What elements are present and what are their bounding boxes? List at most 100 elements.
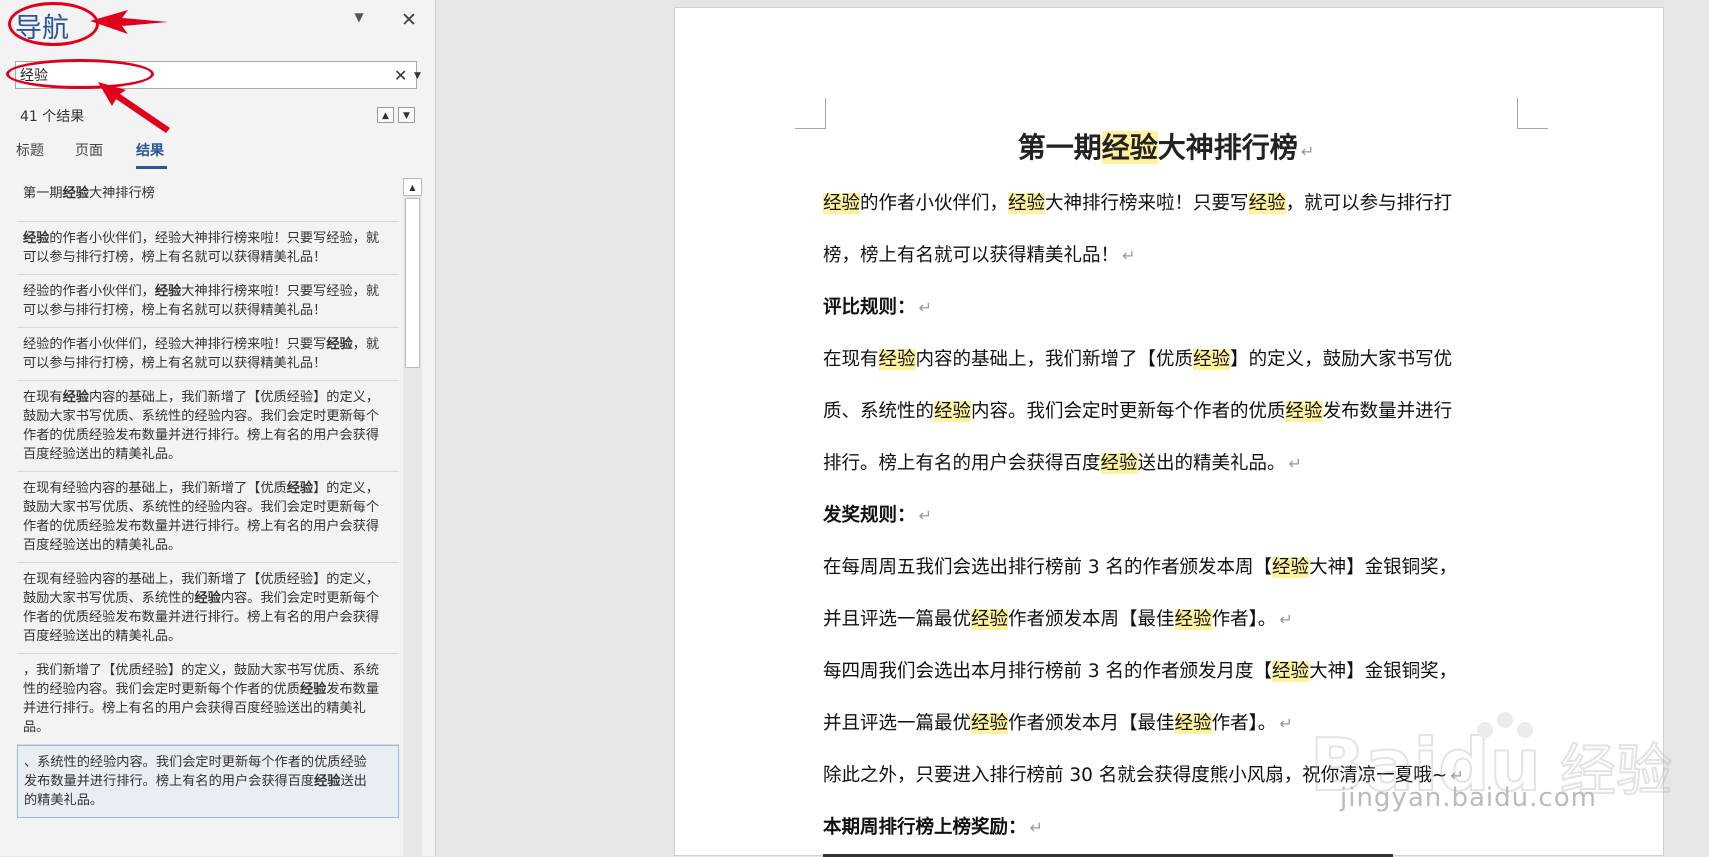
result-item[interactable]: 在现有经验内容的基础上，我们新增了【优质经验】的定义，鼓励大家书写优质、系统性的… [17, 563, 399, 654]
section-heading[interactable]: 评比规则： ↵ [823, 282, 1509, 334]
search-match: 经验 [1285, 401, 1323, 422]
text-run: 】的定义，鼓励大家书写优 [1230, 349, 1453, 370]
scroll-thumb[interactable] [405, 198, 420, 368]
result-match: 经验 [314, 774, 341, 789]
nav-close-button[interactable]: ✕ [400, 10, 418, 30]
search-match: 经验 [1101, 131, 1158, 164]
scroll-up-button[interactable]: ▲ [403, 178, 422, 196]
text-run: 评比规则： [823, 297, 916, 318]
result-item[interactable]: 第一期经验大神排行榜 [17, 178, 399, 222]
search-match: 经验 [1008, 193, 1046, 214]
text-run: ，就可以参与排行打 [1285, 193, 1453, 214]
document-paragraph[interactable]: 质、系统性的经验内容。我们会定时更新每个作者的优质经验发布数量并进行 [823, 386, 1509, 438]
search-match: 经验 [971, 609, 1009, 630]
result-match: 经验 [286, 481, 314, 496]
result-match: 经验 [326, 337, 353, 352]
result-count: 41 个结果 [20, 109, 85, 125]
search-clear-button[interactable]: ✕ [394, 66, 407, 85]
document-paragraph[interactable]: 并且评选一篇最优经验作者颁发本周【最佳经验作者】。 ↵ [823, 594, 1509, 646]
result-text: 第一期 [23, 186, 63, 201]
text-run: 大神】金银铜奖， [1309, 557, 1458, 578]
text-run: 排行。榜上有名的用户会获得百度 [823, 453, 1101, 474]
next-result-button[interactable]: ▼ [398, 107, 415, 123]
text-run: 大神】金银铜奖， [1309, 661, 1458, 682]
paragraph-mark: ↵ [1300, 142, 1315, 161]
document-paragraph[interactable]: 在每周周五我们会选出排行榜前 3 名的作者颁发本周【经验大神】金银铜奖， [823, 542, 1509, 594]
result-match: 经验 [62, 390, 89, 405]
section-heading[interactable]: 发奖规则： ↵ [823, 490, 1509, 542]
result-text: 在现有经验内容的基础上，我们新增了【优质 [23, 481, 287, 496]
result-item[interactable]: 、系统性的经验内容。我们会定时更新每个作者的优质经验发布数量并进行排行。榜上有名… [17, 745, 399, 818]
document-paragraph[interactable]: 每四周我们会选出本月排行榜前 3 名的作者颁发月度【经验大神】金银铜奖， [823, 646, 1509, 698]
text-run: 并且评选一篇最优 [823, 713, 972, 734]
annotation-circle-title [8, 2, 99, 46]
nav-options-button[interactable]: ▼ [350, 10, 368, 28]
text-run: 每四周我们会选出本月排行榜前 3 名的作者颁发月度【 [823, 661, 1273, 682]
previous-result-button[interactable]: ▲ [377, 107, 394, 123]
search-input[interactable] [20, 64, 380, 86]
tab-pages[interactable]: 页面 [75, 140, 103, 160]
document-paragraph[interactable]: 排行。榜上有名的用户会获得百度经验送出的精美礼品。 ↵ [823, 438, 1509, 490]
paragraph-mark: ↵ [1029, 818, 1043, 837]
paragraph-mark: ↵ [918, 506, 932, 525]
tab-headings[interactable]: 标题 [16, 140, 44, 160]
result-item[interactable]: ，我们新增了【优质经验】的定义，鼓励大家书写优质、系统性的经验内容。我们会定时更… [17, 654, 399, 745]
search-match: 经验 [1174, 609, 1212, 630]
annotation-arrow-search-icon [98, 82, 170, 133]
result-match: 经验 [299, 682, 327, 697]
search-match: 经验 [1174, 713, 1212, 734]
result-text: 的作者小伙伴们，经验大神排行榜来啦！只要写经验，就可以参与排行打榜，榜上有名就可… [23, 231, 380, 265]
result-match: 经验 [194, 591, 221, 606]
text-run: 在现有 [823, 349, 879, 370]
result-item[interactable]: 在现有经验内容的基础上，我们新增了【优质经验】的定义，鼓励大家书写优质、系统性的… [17, 472, 399, 563]
paragraph-mark: ↵ [1122, 246, 1136, 265]
search-results-list: 第一期经验大神排行榜 经验的作者小伙伴们，经验大神排行榜来啦！只要写经验，就可以参… [17, 178, 399, 856]
result-item[interactable]: 经验的作者小伙伴们，经验大神排行榜来啦！只要写经验，就可以参与排行打榜，榜上有名… [17, 275, 399, 328]
result-item[interactable]: 经验的作者小伙伴们，经验大神排行榜来啦！只要写经验，就可以参与排行打榜，榜上有名… [17, 222, 399, 275]
paragraph-mark: ↵ [918, 298, 932, 317]
search-match: 经验 [971, 713, 1009, 734]
document-body[interactable]: 第一期经验大神排行榜 ↵ 经验的作者小伙伴们，经验大神排行榜来啦！只要写经验，就可… [823, 126, 1509, 854]
result-match: 经验 [62, 186, 89, 201]
document-title[interactable]: 第一期经验大神排行榜 ↵ [823, 126, 1509, 174]
text-run: 并且评选一篇最优 [823, 609, 972, 630]
text-run: 作者颁发本周【最佳 [1008, 609, 1175, 630]
margin-corner-mark [1517, 98, 1548, 129]
text-run: 内容的基础上，我们新增了【优质 [915, 349, 1194, 370]
search-match: 经验 [878, 349, 916, 370]
result-text: 经验的作者小伙伴们， [23, 284, 155, 299]
text-run: 在每周周五我们会选出排行榜前 3 名的作者颁发本周【 [823, 557, 1273, 578]
document-page[interactable]: 第一期经验大神排行榜 ↵ 经验的作者小伙伴们，经验大神排行榜来啦！只要写经验，就可… [674, 7, 1664, 857]
search-match: 经验 [1248, 193, 1286, 214]
result-text: 大神排行榜 [88, 186, 155, 201]
search-box[interactable]: ✕ ▼ [15, 61, 421, 89]
text-run: 发布数量并进行 [1322, 401, 1453, 422]
text-run: 作者】。 [1211, 609, 1277, 630]
paragraph-mark: ↵ [1288, 454, 1302, 473]
paragraph-mark: ↵ [1279, 610, 1293, 629]
tab-results[interactable]: 结果 [136, 140, 164, 160]
paragraph-mark: ↵ [1279, 714, 1293, 733]
text-run: 的作者小伙伴们， [860, 193, 1009, 214]
results-scrollbar[interactable]: ▲ [403, 178, 422, 856]
result-match: 经验 [23, 231, 50, 246]
document-paragraph[interactable]: 榜，榜上有名就可以获得精美礼品！ ↵ [823, 230, 1509, 282]
search-match: 经验 [934, 401, 972, 422]
text-run: 榜，榜上有名就可以获得精美礼品！ [823, 245, 1120, 266]
annotation-arrow-title-icon [90, 10, 168, 34]
search-match: 经验 [1272, 661, 1310, 682]
result-item[interactable]: 在现有经验内容的基础上，我们新增了【优质经验】的定义，鼓励大家书写优质、系统性的… [17, 381, 399, 472]
text-run: 大神排行榜 [1157, 131, 1298, 164]
search-dropdown-button[interactable]: ▼ [414, 66, 421, 86]
search-match: 经验 [1100, 453, 1138, 474]
text-run: 质、系统性的 [823, 401, 935, 422]
text-run: 送出的精美礼品。 [1137, 453, 1286, 474]
document-paragraph[interactable]: 经验的作者小伙伴们，经验大神排行榜来啦！只要写经验，就可以参与排行打 [823, 178, 1509, 230]
text-run: 内容。我们会定时更新每个作者的优质 [971, 401, 1286, 422]
document-paragraph[interactable]: 在现有经验内容的基础上，我们新增了【优质经验】的定义，鼓励大家书写优 [823, 334, 1509, 386]
watermark-url: jingyan.baidu.com [1340, 783, 1597, 813]
result-text: 在现有 [23, 390, 63, 405]
result-item[interactable]: 经验的作者小伙伴们，经验大神排行榜来啦！只要写经验，就可以参与排行打榜，榜上有名… [17, 328, 399, 381]
document-paragraph[interactable]: 并且评选一篇最优经验作者颁发本月【最佳经验作者】。 ↵ [823, 698, 1509, 750]
text-run: 第一期 [1017, 131, 1102, 164]
